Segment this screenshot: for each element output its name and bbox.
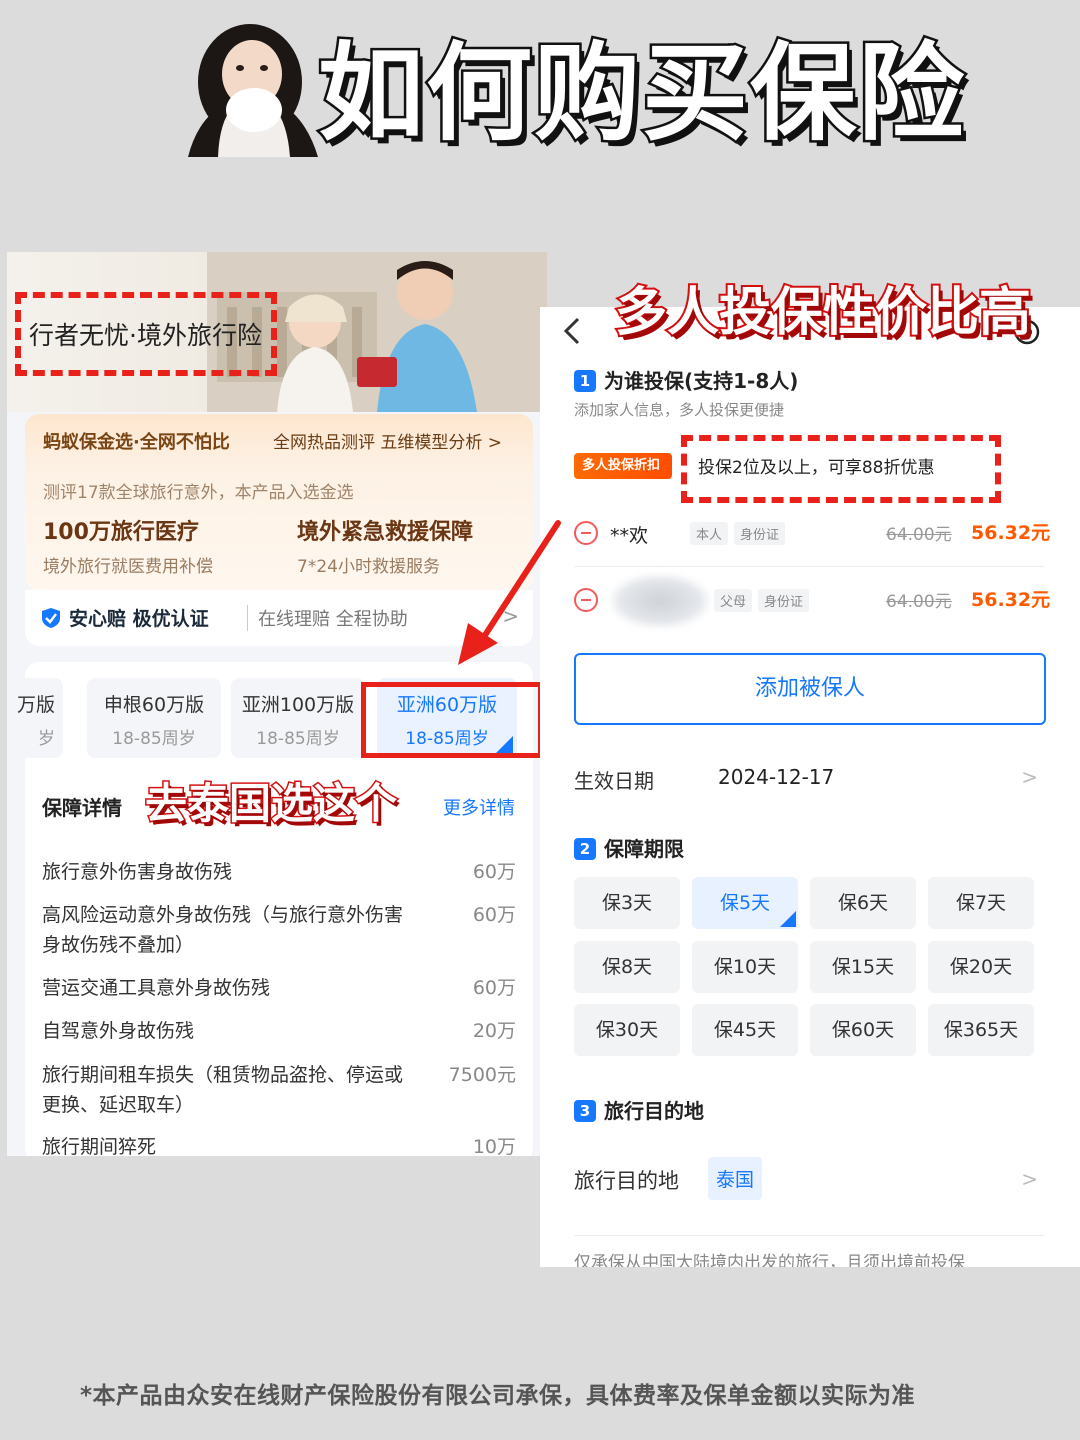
thailand-callout: 去泰国选这个 xyxy=(143,778,398,830)
plan-highlight-frame xyxy=(361,682,543,758)
coverage-name: 高风险运动意外身故伤残（与旅行意外伤害身故伤残不叠加） xyxy=(42,904,404,956)
remove-circle-icon[interactable] xyxy=(574,521,598,545)
step-badge: 3 xyxy=(574,1100,596,1122)
gold-subtitle: 测评17款全球旅行意外，本产品入选金选 xyxy=(43,483,354,503)
duration-option[interactable]: 保20天 xyxy=(928,941,1034,993)
section-title: 保障期限 xyxy=(604,837,684,861)
discount-text: 投保2位及以上，可享88折优惠 xyxy=(698,458,935,478)
plan-option-0[interactable]: 万版 岁 xyxy=(7,678,63,758)
insured-person-row: **欢 本人 身份证 64.00元 56.32元 xyxy=(574,501,1050,567)
section-insured: 1 为谁投保(支持1-8人) xyxy=(574,365,798,394)
plan-age: 岁 xyxy=(38,729,55,749)
plan-name: 亚洲100万版 xyxy=(241,694,355,716)
back-arrow-icon[interactable] xyxy=(562,317,582,345)
plan-card: 万版 岁 申根60万版 18-85周岁 亚洲100万版 18-85周岁 亚洲60… xyxy=(7,662,543,1156)
coverage-value: 7500元 xyxy=(448,1064,516,1086)
discount-badge: 多人投保折扣 xyxy=(574,453,673,479)
section-title: 为谁投保(支持1-8人) xyxy=(604,369,799,393)
check-corner-icon xyxy=(780,911,796,927)
claim-title: 安心赔 极优认证 xyxy=(69,608,209,630)
chevron-right-icon[interactable]: > xyxy=(1021,1167,1038,1191)
brand-highlight-box: 行者无忧·境外旅行险 xyxy=(15,292,277,376)
duration-option[interactable]: 保7天 xyxy=(928,877,1034,929)
plan-name: 申根60万版 xyxy=(103,694,205,716)
coverage-value: 60万 xyxy=(472,977,516,999)
departure-note: 仅承保从中国大陆境内出发的旅行，且须出境前投保 xyxy=(574,1235,1044,1267)
duration-option[interactable]: 保60天 xyxy=(810,1004,916,1056)
coverage-name: 自驾意外身故伤残 xyxy=(42,1020,195,1042)
coverage-detail-title: 保障详情 xyxy=(42,796,122,820)
effective-date-label: 生效日期 xyxy=(574,769,654,793)
plan-option-asia-100[interactable]: 亚洲100万版 18-85周岁 xyxy=(231,678,365,758)
duration-option[interactable]: 保3天 xyxy=(574,877,680,929)
plan-age: 18-85周岁 xyxy=(256,729,340,749)
feature-rescue-desc: 7*24小时救援服务 xyxy=(297,557,440,577)
duration-label: 保5天 xyxy=(719,892,771,914)
destination-label: 旅行目的地 xyxy=(574,1169,679,1193)
coverage-name: 旅行意外伤害身故伤残 xyxy=(42,861,233,883)
feature-rescue-title: 境外紧急救援保障 xyxy=(297,520,474,545)
left-screenshot: 行者无忧·境外旅行险 蚂蚁保金选·全网不怕比 全网热品测评 五维模型分析 > 测… xyxy=(7,252,547,1156)
duration-option[interactable]: 保30天 xyxy=(574,1004,680,1056)
more-details-link[interactable]: 更多详情 xyxy=(443,794,515,820)
coverage-name: 旅行期间租车损失（租赁物品盗抢、停运或更换、延迟取车） xyxy=(42,1064,404,1116)
original-price: 64.00元 xyxy=(886,592,952,612)
effective-date-value[interactable]: 2024-12-17 xyxy=(718,765,834,789)
section-destination: 3 旅行目的地 xyxy=(574,1095,704,1124)
original-price: 64.00元 xyxy=(886,525,952,545)
insured-person-row: 父母 身份证 64.00元 56.32元 xyxy=(574,568,1050,634)
product-banner: 行者无忧·境外旅行险 xyxy=(7,252,547,412)
destination-tag[interactable]: 泰国 xyxy=(708,1157,763,1200)
remove-circle-icon[interactable] xyxy=(574,588,598,612)
person-name: **欢 xyxy=(610,525,649,547)
coverage-name: 旅行期间猝死 xyxy=(42,1136,157,1156)
step-badge: 1 xyxy=(574,370,596,392)
red-arrow-icon xyxy=(458,520,561,665)
step-badge: 2 xyxy=(574,838,596,860)
duration-option[interactable]: 保10天 xyxy=(692,941,798,993)
avatar xyxy=(188,24,318,157)
chevron-right-icon[interactable]: > xyxy=(1021,765,1038,789)
coverage-value: 60万 xyxy=(472,861,516,883)
multi-insured-callout: 多人投保性价比高 xyxy=(613,281,1033,345)
coverage-name: 营运交通工具意外身故伤残 xyxy=(42,977,271,999)
page-title: 如何购买保险 xyxy=(316,29,967,157)
coverage-value: 20万 xyxy=(472,1020,516,1042)
gold-review-link[interactable]: 全网热品测评 五维模型分析 > xyxy=(273,428,502,453)
duration-option[interactable]: 保45天 xyxy=(692,1004,798,1056)
duration-option-selected[interactable]: 保5天 xyxy=(692,877,798,929)
plan-option-schengen-60[interactable]: 申根60万版 18-85周岁 xyxy=(87,678,221,758)
feature-medical-title: 100万旅行医疗 xyxy=(43,520,199,545)
id-type-tag: 身份证 xyxy=(734,522,786,545)
add-insured-button[interactable]: 添加被保人 xyxy=(574,653,1046,725)
duration-option[interactable]: 保15天 xyxy=(810,941,916,993)
id-type-tag: 身份证 xyxy=(758,589,810,612)
duration-option[interactable]: 保6天 xyxy=(810,877,916,929)
duration-option[interactable]: 保365天 xyxy=(928,1004,1034,1056)
discount-price: 56.32元 xyxy=(971,522,1051,544)
relation-tag: 父母 xyxy=(714,589,753,612)
coverage-value: 10万 xyxy=(472,1136,516,1156)
feature-medical-desc: 境外旅行就医费用补偿 xyxy=(43,557,213,577)
underwriter-disclaimer: *本产品由众安在线财产保险股份有限公司承保，具体费率及保单金额以实际为准 xyxy=(80,1383,916,1409)
relation-tag: 本人 xyxy=(690,522,729,545)
coverage-value: 60万 xyxy=(472,904,516,926)
right-screenshot: 1 为谁投保(支持1-8人) 添加家人信息，多人投保更便捷 多人投保折扣 投保2位… xyxy=(540,307,1080,1267)
discount-price: 56.32元 xyxy=(971,589,1051,611)
section-duration: 2 保障期限 xyxy=(574,833,684,862)
shield-icon xyxy=(42,608,60,628)
duration-option[interactable]: 保8天 xyxy=(574,941,680,993)
plan-age: 18-85周岁 xyxy=(112,729,196,749)
plan-name: 万版 xyxy=(16,694,55,716)
blurred-name xyxy=(610,574,710,628)
section-subtitle: 添加家人信息，多人投保更便捷 xyxy=(574,401,785,419)
claim-desc: 在线理赔 全程协助 xyxy=(247,605,408,631)
product-name: 行者无忧·境外旅行险 xyxy=(29,321,262,350)
gold-title: 蚂蚁保金选·全网不怕比 xyxy=(43,432,230,453)
section-title: 旅行目的地 xyxy=(604,1099,704,1123)
